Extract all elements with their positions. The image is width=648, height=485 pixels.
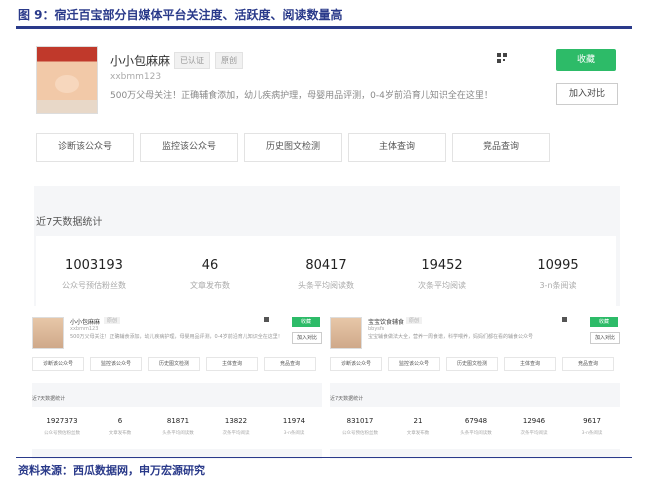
mini-panel-left: 小小包麻麻 原创 xxbmm123 500万父母关注！正确辅食添加，幼儿疾病护理… bbox=[32, 313, 322, 459]
collect-button[interactable]: 收藏 bbox=[292, 317, 320, 327]
stat-value-posts: 21 bbox=[413, 417, 423, 425]
qr-code-icon[interactable] bbox=[264, 317, 269, 322]
tab-history[interactable]: 历史图文检测 bbox=[148, 357, 200, 371]
title-rule bbox=[16, 26, 632, 29]
qr-code-icon[interactable] bbox=[497, 53, 507, 63]
stat-label-fans: 公众号预估粉丝数 bbox=[342, 431, 378, 436]
tab-competitor[interactable]: 竞品查询 bbox=[562, 357, 614, 371]
avatar bbox=[36, 46, 98, 114]
stat-label-fans: 公众号预估粉丝数 bbox=[62, 281, 126, 290]
stat-value-rest: 11974 bbox=[282, 417, 306, 425]
stat-label-second: 次条平均阅读 bbox=[222, 431, 250, 436]
stats-title: 近7天数据统计 bbox=[330, 396, 364, 402]
stat-value-fans: 831017 bbox=[346, 417, 374, 425]
account-description: 500万父母关注！正确辅食添加，幼儿疾病护理，母婴用品评测，0-4岁前沿育儿知识… bbox=[70, 334, 283, 340]
stat-label-rest: 3-n条阅读 bbox=[581, 431, 603, 436]
tab-entity[interactable]: 主体查询 bbox=[206, 357, 258, 371]
account-id: xxbmm123 bbox=[70, 326, 99, 332]
stat-label-posts: 文章发布数 bbox=[108, 431, 132, 436]
account-description: 500万父母关注！正确辅食添加，幼儿疾病护理，母婴用品评测，0-4岁前沿育儿知识… bbox=[110, 91, 493, 101]
original-tag: 原创 bbox=[215, 52, 243, 69]
tab-monitor[interactable]: 监控该公众号 bbox=[140, 133, 238, 162]
stats-card bbox=[330, 407, 620, 449]
account-name: 宝宝饮食辅食 bbox=[368, 319, 405, 326]
tab-history[interactable]: 历史图文检测 bbox=[244, 133, 342, 162]
stats-title: 近7天数据统计 bbox=[36, 217, 103, 228]
tab-diagnose[interactable]: 诊断该公众号 bbox=[36, 133, 134, 162]
account-id: xxbmm123 bbox=[110, 72, 162, 82]
stat-value-second: 12946 bbox=[522, 417, 546, 425]
tab-diagnose[interactable]: 诊断该公众号 bbox=[330, 357, 382, 371]
account-description: 宝宝辅食做法大全，营养一周食谱，科学喂养，妈妈们都在看的辅食公众号 bbox=[368, 334, 534, 340]
tab-entity[interactable]: 主体查询 bbox=[504, 357, 556, 371]
stat-value-posts: 6 bbox=[117, 417, 123, 425]
stat-label-headline: 头条平均阅读数 bbox=[162, 431, 194, 436]
avatar bbox=[330, 317, 362, 349]
stat-label-fans: 公众号预估粉丝数 bbox=[44, 431, 80, 436]
tab-competitor[interactable]: 竞品查询 bbox=[264, 357, 316, 371]
stat-label-rest: 3-n条阅读 bbox=[283, 431, 305, 436]
stat-value-fans: 1003193 bbox=[65, 258, 123, 273]
stat-label-posts: 文章发布数 bbox=[190, 281, 230, 290]
qr-code-icon[interactable] bbox=[562, 317, 567, 322]
tab-entity[interactable]: 主体查询 bbox=[348, 133, 446, 162]
add-compare-button[interactable]: 加入对比 bbox=[556, 83, 618, 105]
stat-value-rest: 10995 bbox=[537, 258, 579, 273]
add-compare-button[interactable]: 加入对比 bbox=[590, 332, 620, 344]
account-name: 小小包麻麻 bbox=[70, 319, 101, 326]
stat-label-headline: 头条平均阅读数 bbox=[298, 281, 354, 290]
avatar bbox=[32, 317, 64, 349]
stat-label-second: 次条平均阅读 bbox=[520, 431, 548, 436]
stat-label-headline: 头条平均阅读数 bbox=[460, 431, 492, 436]
tab-competitor[interactable]: 竞品查询 bbox=[452, 133, 550, 162]
source-note: 资料来源：西瓜数据网，申万宏源研究 bbox=[18, 464, 205, 477]
stat-value-headline: 67948 bbox=[464, 417, 488, 425]
footer-rule bbox=[16, 457, 632, 458]
stat-label-posts: 文章发布数 bbox=[406, 431, 430, 436]
account-name: 小小包麻麻 bbox=[110, 54, 171, 68]
stat-value-rest: 9617 bbox=[583, 417, 601, 425]
tab-monitor[interactable]: 监控该公众号 bbox=[90, 357, 142, 371]
stat-label-second: 次条平均阅读 bbox=[418, 281, 466, 290]
stat-value-headline: 80417 bbox=[305, 258, 347, 273]
original-tag: 原创 bbox=[406, 317, 423, 324]
stat-value-posts: 46 bbox=[201, 258, 219, 273]
collect-button[interactable]: 收藏 bbox=[556, 49, 616, 71]
collect-button[interactable]: 收藏 bbox=[590, 317, 618, 327]
stat-value-second: 13822 bbox=[224, 417, 248, 425]
stats-title: 近7天数据统计 bbox=[32, 396, 66, 402]
stat-value-headline: 81871 bbox=[166, 417, 190, 425]
tab-monitor[interactable]: 监控该公众号 bbox=[388, 357, 440, 371]
verified-tag: 已认证 bbox=[174, 52, 210, 69]
add-compare-button[interactable]: 加入对比 bbox=[292, 332, 322, 344]
stat-label-rest: 3-n条阅读 bbox=[539, 281, 577, 290]
stat-value-fans: 1927373 bbox=[46, 417, 78, 425]
tab-diagnose[interactable]: 诊断该公众号 bbox=[32, 357, 84, 371]
account-id: bbysfs bbox=[368, 326, 385, 332]
stats-card bbox=[32, 407, 322, 449]
tab-history[interactable]: 历史图文检测 bbox=[446, 357, 498, 371]
mini-panel-right: 宝宝饮食辅食 原创 bbysfs 宝宝辅食做法大全，营养一周食谱，科学喂养，妈妈… bbox=[330, 313, 620, 459]
original-tag: 原创 bbox=[104, 317, 121, 324]
stat-value-second: 19452 bbox=[421, 258, 463, 273]
figure-title: 图 9：宿迁百宝部分自媒体平台关注度、活跃度、阅读数量高 bbox=[18, 8, 343, 22]
